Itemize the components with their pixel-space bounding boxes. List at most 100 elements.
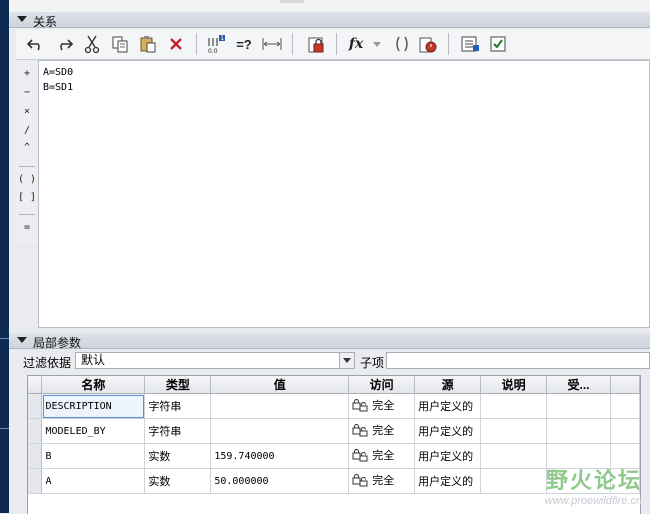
parentheses-icon[interactable] [390, 32, 414, 56]
param-value-cell[interactable]: 50.000000 [210, 468, 350, 494]
filter-select[interactable]: 默认 [75, 352, 355, 369]
param-restricted-cell[interactable] [546, 418, 611, 444]
filter-select-value: 默认 [81, 353, 106, 367]
relation-line[interactable]: B=SD1 [43, 82, 73, 93]
local-params-section-header[interactable]: 局部参数 [9, 333, 650, 350]
param-name-cell[interactable]: B [41, 443, 146, 469]
empty-cell [610, 393, 640, 419]
param-access-cell[interactable]: 完全 [348, 418, 416, 444]
param-type-cell[interactable]: 实数 [144, 443, 212, 469]
list-icon[interactable] [458, 32, 482, 56]
access-label: 完全 [372, 400, 395, 412]
column-header-source[interactable]: 源 [414, 376, 482, 394]
table-header-row: 名称 类型 值 访问 源 说明 受... [28, 376, 640, 394]
row-header[interactable] [28, 418, 43, 444]
param-source-cell[interactable]: 用户定义的 [414, 468, 482, 494]
param-value-cell[interactable] [210, 393, 350, 419]
timer-icon[interactable] [416, 32, 440, 56]
empty-cell [610, 418, 640, 444]
lock-icon[interactable] [304, 32, 328, 56]
column-header-value[interactable]: 值 [210, 376, 350, 394]
row-header[interactable] [28, 468, 43, 494]
param-value-cell[interactable] [210, 418, 350, 444]
minus-operator-button[interactable]: − [16, 87, 38, 98]
multiply-operator-button[interactable]: × [16, 106, 38, 117]
table-row[interactable]: MODELED_BY 字符串 完全 用户定义的 [28, 418, 640, 444]
watermark-url: www.proewildfire.cn [544, 495, 642, 507]
parentheses-operator-button[interactable]: ( ) [16, 174, 38, 185]
plus-operator-button[interactable]: + [16, 68, 38, 79]
cut-icon[interactable] [80, 32, 104, 56]
column-header-description[interactable]: 说明 [480, 376, 548, 394]
operator-separator [19, 214, 35, 215]
param-name-cell[interactable]: MODELED_BY [41, 418, 146, 444]
row-header[interactable] [28, 393, 43, 419]
subitem-input[interactable] [386, 352, 650, 369]
evaluate-icon[interactable]: 1 0.0 [204, 32, 228, 56]
left-window-strip [0, 0, 9, 513]
local-params-section-title: 局部参数 [33, 336, 82, 350]
param-access-cell[interactable]: 完全 [348, 393, 416, 419]
column-header-restricted[interactable]: 受... [546, 376, 611, 394]
param-name-cell[interactable]: A [41, 468, 146, 494]
param-source-cell[interactable]: 用户定义的 [414, 393, 482, 419]
strip-line [0, 338, 9, 339]
table-row[interactable]: DESCRIPTION 字符串 完全 用户定义的 [28, 393, 640, 419]
param-name-cell[interactable]: DESCRIPTION [41, 393, 146, 419]
access-label: 完全 [372, 425, 395, 437]
top-nub [280, 0, 304, 3]
operator-bar: + − × / ^ ( ) [ ] = [16, 62, 39, 244]
relations-toolbar: 1 0.0 =? fx [16, 29, 650, 60]
relations-editor[interactable]: A=SD0 B=SD1 [38, 60, 650, 328]
param-description-cell[interactable] [480, 468, 548, 494]
column-header-access[interactable]: 访问 [348, 376, 416, 394]
copy-icon[interactable] [108, 32, 132, 56]
brackets-operator-button[interactable]: [ ] [16, 192, 38, 203]
param-type-cell[interactable]: 字符串 [144, 418, 212, 444]
power-operator-button[interactable]: ^ [16, 142, 38, 153]
operator-separator [19, 166, 35, 167]
dimension-icon[interactable] [260, 32, 284, 56]
access-label: 完全 [372, 450, 395, 462]
divide-operator-button[interactable]: / [16, 125, 38, 136]
row-header-corner [28, 376, 43, 394]
param-type-cell[interactable]: 实数 [144, 468, 212, 494]
function-dropdown-icon[interactable] [370, 32, 384, 56]
undo-icon[interactable] [24, 32, 48, 56]
column-header-name[interactable]: 名称 [41, 376, 146, 394]
equals-operator-button[interactable]: = [16, 222, 38, 233]
function-icon[interactable]: fx [344, 32, 368, 56]
access-lock-icon [352, 399, 368, 412]
filter-label: 过滤依据 [23, 356, 72, 370]
access-label: 完全 [372, 475, 395, 487]
svg-text:0.0: 0.0 [208, 48, 218, 54]
relation-line[interactable]: A=SD0 [43, 67, 73, 78]
access-lock-icon [352, 474, 368, 487]
param-access-cell[interactable]: 完全 [348, 468, 416, 494]
column-header-empty [610, 376, 640, 394]
param-access-cell[interactable]: 完全 [348, 443, 416, 469]
paste-icon[interactable] [136, 32, 160, 56]
watermark: 野火论坛 www.proewildfire.cn [545, 463, 642, 507]
param-source-cell[interactable]: 用户定义的 [414, 443, 482, 469]
chevron-down-icon[interactable] [339, 353, 354, 368]
param-type-cell[interactable]: 字符串 [144, 393, 212, 419]
relations-section-header[interactable]: 关系 [9, 12, 650, 29]
collapse-triangle-icon[interactable] [17, 337, 27, 343]
row-header[interactable] [28, 443, 43, 469]
toolbar-separator [292, 33, 293, 55]
param-value-cell[interactable]: 159.740000 [210, 443, 350, 469]
check-icon[interactable] [486, 32, 510, 56]
verify-icon[interactable]: =? [232, 32, 256, 56]
param-description-cell[interactable] [480, 418, 548, 444]
subitem-label: 子项 [360, 356, 385, 370]
filter-row: 过滤依据 默认 子项 [16, 351, 650, 371]
delete-icon[interactable] [164, 32, 188, 56]
param-description-cell[interactable] [480, 443, 548, 469]
param-source-cell[interactable]: 用户定义的 [414, 418, 482, 444]
column-header-type[interactable]: 类型 [144, 376, 212, 394]
param-restricted-cell[interactable] [546, 393, 611, 419]
param-description-cell[interactable] [480, 393, 548, 419]
redo-icon[interactable] [52, 32, 76, 56]
collapse-triangle-icon[interactable] [17, 16, 27, 22]
